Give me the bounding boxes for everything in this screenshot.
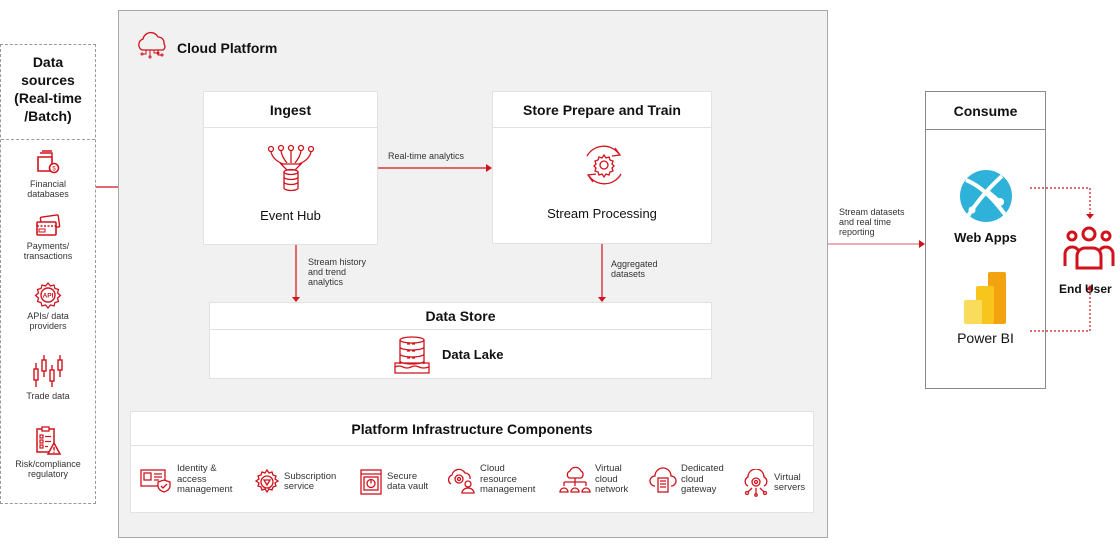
source-payments: Payments/ transactions [1,213,95,261]
edge-label-line: datasets [611,269,646,279]
label-line: management [177,484,233,495]
title-line: (Real-time [14,90,82,106]
source-label: regulatory [27,469,69,479]
infra-identity-access: Identity & access management [139,463,233,496]
cloud-platform-title: Cloud Platform [177,40,278,56]
data-sources-panel: Data sources (Real-time /Batch) $ Financ… [0,44,96,504]
source-apis: API APIs/ data providers [1,281,95,331]
edge-label-line: Aggregated [611,259,658,269]
ingest-to-datastore-arrow [292,245,300,302]
source-label: Trade data [26,391,70,401]
svg-text:API: API [43,293,54,300]
subscription-gear-icon [254,469,280,494]
vault-icon [360,469,382,495]
stream-history-label: Stream history and trend analytics [308,257,366,287]
label-line: data vault [387,481,429,492]
cloud-resource-icon [447,468,475,494]
ingest-box: Ingest Event Hub [203,91,378,245]
ingest-title: Ingest [204,92,377,128]
label-line: servers [774,482,806,493]
source-label: Risk/compliance [15,459,81,469]
store-prepare-train-title: Store Prepare and Train [493,92,711,128]
infra-label: Subscription service [284,471,336,493]
edge-label-line: Stream history [308,257,367,267]
label-line: Cloud [480,463,505,474]
realtime-analytics-label: Real-time analytics [388,151,465,161]
edge-label-line: and real time [839,217,892,227]
edge-label-line: reporting [839,227,875,237]
source-label: Payments/ [26,241,70,251]
label-line: Identity & [177,463,217,474]
label-line: Virtual [595,463,622,474]
stream-processing-gear-icon [586,145,622,185]
source-trade-data: Trade data [1,353,95,401]
processing-to-datastore-arrow [598,244,606,302]
stream-processing-label: Stream Processing [547,206,657,221]
api-gear-icon: API [34,281,62,309]
cloud-network-icon [559,466,591,493]
power-bi-logo-icon [964,272,1006,324]
label-line: gateway [681,484,717,495]
data-lake-icon [394,336,430,374]
infra-secure-vault: Secure data vault [359,468,428,496]
compliance-clipboard-icon [36,426,62,455]
source-label: Financial [29,179,67,189]
infra-cloud-resource: Cloud resource management [446,463,536,496]
data-store-box: Data Store Data Lake [209,302,712,379]
infra-label: Secure data vault [387,471,429,493]
data-store-title: Data Store [210,303,711,330]
infra-label: Virtual cloud network [595,463,629,496]
infra-subscription-service: Subscription service [254,469,336,495]
event-hub-funnel-icon [267,144,315,192]
data-sources-title: Data sources (Real-time /Batch) [1,53,95,125]
candlestick-chart-icon [33,355,63,387]
cloud-gateway-icon [649,467,677,493]
virtual-server-icon [744,469,768,497]
infra-label: Dedicated cloud gateway [681,463,724,496]
infra-label: Virtual servers [774,472,806,494]
edge-label-line: analytics [308,277,344,287]
source-label: databases [27,189,69,199]
infra-label: Identity & access management [177,463,233,496]
financial-database-icon: $ [37,150,60,174]
stream-datasets-label: Stream datasets and real time reporting [839,207,905,237]
source-label: transactions [23,251,73,261]
label-line: management [480,484,536,495]
platform-to-consume-arrow [828,240,925,248]
cloud-circuit-icon [138,31,166,59]
data-lake-label: Data Lake [442,347,504,362]
divider [1,139,95,140]
aggregated-datasets-label: Aggregated datasets [611,259,658,279]
infra-virtual-network: Virtual cloud network [559,463,629,496]
title-line: sources [21,72,75,88]
event-hub-label: Event Hub [260,208,321,223]
edge-label-line: Stream datasets [839,207,905,217]
ingest-to-processing-arrow [378,164,492,172]
label-line: network [595,484,629,495]
end-user-label: End User [1059,282,1112,296]
payment-cards-icon [36,214,61,236]
label-line: service [284,481,315,492]
web-apps-globe-icon [960,170,1012,222]
title-line: Data [32,54,64,70]
infra-virtual-servers: Virtual servers [742,469,805,497]
infrastructure-title: Platform Infrastructure Components [131,412,813,446]
infra-label: Cloud resource management [480,463,536,496]
end-user-group-icon [1063,226,1115,270]
label-line: Dedicated [681,463,724,474]
source-risk-compliance: Risk/compliance regulatory [1,425,95,479]
infrastructure-box: Platform Infrastructure Components Ident… [130,411,814,513]
infra-cloud-gateway: Dedicated cloud gateway [649,463,724,496]
source-financial-databases: $ Financial databases [1,149,95,199]
consume-title: Consume [926,92,1045,130]
store-prepare-train-box: Store Prepare and Train Stream Processin… [492,91,712,244]
edge-label-line: and trend [308,267,347,277]
source-label: providers [29,321,67,331]
title-line: /Batch) [24,108,72,124]
source-label: APIs/ data [27,311,69,321]
identity-card-shield-icon [140,469,171,493]
